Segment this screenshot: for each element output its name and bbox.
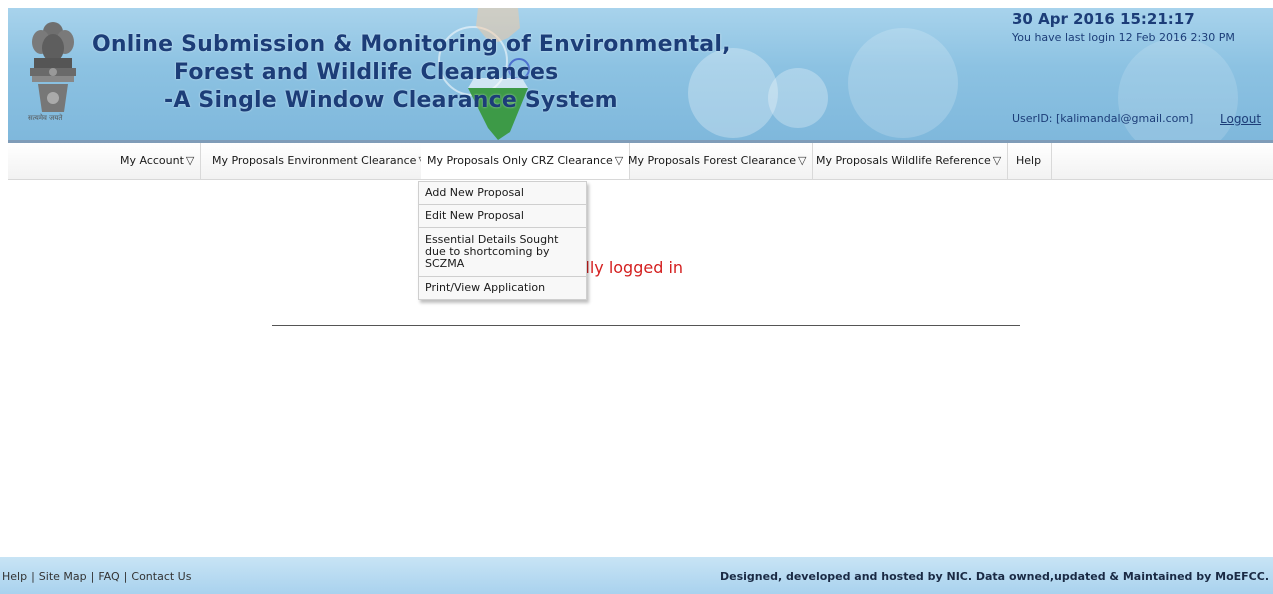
- menu-item-print-view-application[interactable]: Print/View Application: [419, 277, 586, 299]
- footer-credit: Designed, developed and hosted by NIC. D…: [720, 570, 1269, 583]
- chevron-down-icon: ▽: [992, 154, 1002, 167]
- user-id-label: UserID: [kalimandal@gmail.com]: [1012, 112, 1194, 125]
- chevron-down-icon: ▽: [797, 154, 807, 167]
- decorative-bubble: [848, 28, 958, 138]
- nav-label: My Proposals Only CRZ Clearance: [427, 154, 613, 167]
- nav-forest-clearance[interactable]: My Proposals Forest Clearance ▽: [622, 143, 814, 179]
- site-title-line-1: Online Submission & Monitoring of Enviro…: [92, 32, 731, 57]
- nav-help[interactable]: Help: [1008, 143, 1053, 179]
- menu-item-add-new-proposal[interactable]: Add New Proposal: [419, 182, 586, 205]
- current-date-time: 30 Apr 2016 15:21:17: [1012, 10, 1195, 28]
- emblem-caption: सत्यमेव जयते: [28, 114, 63, 122]
- footer-link-help[interactable]: Help: [2, 570, 27, 583]
- footer-links: Help | Site Map | FAQ | Contact Us: [2, 570, 191, 583]
- divider: [272, 325, 1020, 326]
- footer-separator: |: [31, 570, 35, 583]
- footer-link-contact-us[interactable]: Contact Us: [131, 570, 191, 583]
- nav-label: My Account: [120, 154, 184, 167]
- main-nav-bar: My Account ▽ My Proposals Environment Cle…: [8, 140, 1273, 180]
- menu-item-edit-new-proposal[interactable]: Edit New Proposal: [419, 205, 586, 228]
- crz-clearance-dropdown-menu: Add New Proposal Edit New Proposal Essen…: [418, 181, 587, 300]
- nav-label: Help: [1016, 154, 1042, 167]
- decorative-bubble: [768, 68, 828, 128]
- nav-label: My Proposals Environment Clearance: [212, 154, 417, 167]
- chevron-down-icon: ▽: [185, 154, 195, 167]
- national-emblem-icon: [30, 22, 76, 112]
- site-title-line-2: Forest and Wildlife Clearances: [174, 60, 559, 85]
- nav-label: My Proposals Wildlife Reference: [816, 154, 991, 167]
- nav-crz-clearance[interactable]: My Proposals Only CRZ Clearance ▽: [421, 143, 631, 179]
- nav-label: My Proposals Forest Clearance: [628, 154, 796, 167]
- site-footer: Help | Site Map | FAQ | Contact Us Designed, d…: [0, 557, 1273, 594]
- last-login-info: You have last login 12 Feb 2016 2:30 PM: [1012, 31, 1235, 44]
- logout-link[interactable]: Logout: [1220, 112, 1261, 126]
- site-header: सत्यमेव जयते Online Submission & Monitor…: [8, 8, 1273, 140]
- nav-environment-clearance[interactable]: My Proposals Environment Clearance▽: [206, 143, 434, 179]
- footer-separator: |: [90, 570, 95, 583]
- decorative-bubble: [688, 48, 778, 138]
- nav-my-account[interactable]: My Account ▽: [114, 143, 202, 179]
- footer-separator: |: [123, 570, 128, 583]
- nav-wildlife-reference[interactable]: My Proposals Wildlife Reference ▽: [810, 143, 1009, 179]
- footer-link-faq[interactable]: FAQ: [98, 570, 119, 583]
- site-title-line-3: -A Single Window Clearance System: [164, 88, 618, 113]
- menu-item-essential-details[interactable]: Essential Details Sought due to shortcom…: [419, 228, 586, 277]
- footer-link-site-map[interactable]: Site Map: [39, 570, 87, 583]
